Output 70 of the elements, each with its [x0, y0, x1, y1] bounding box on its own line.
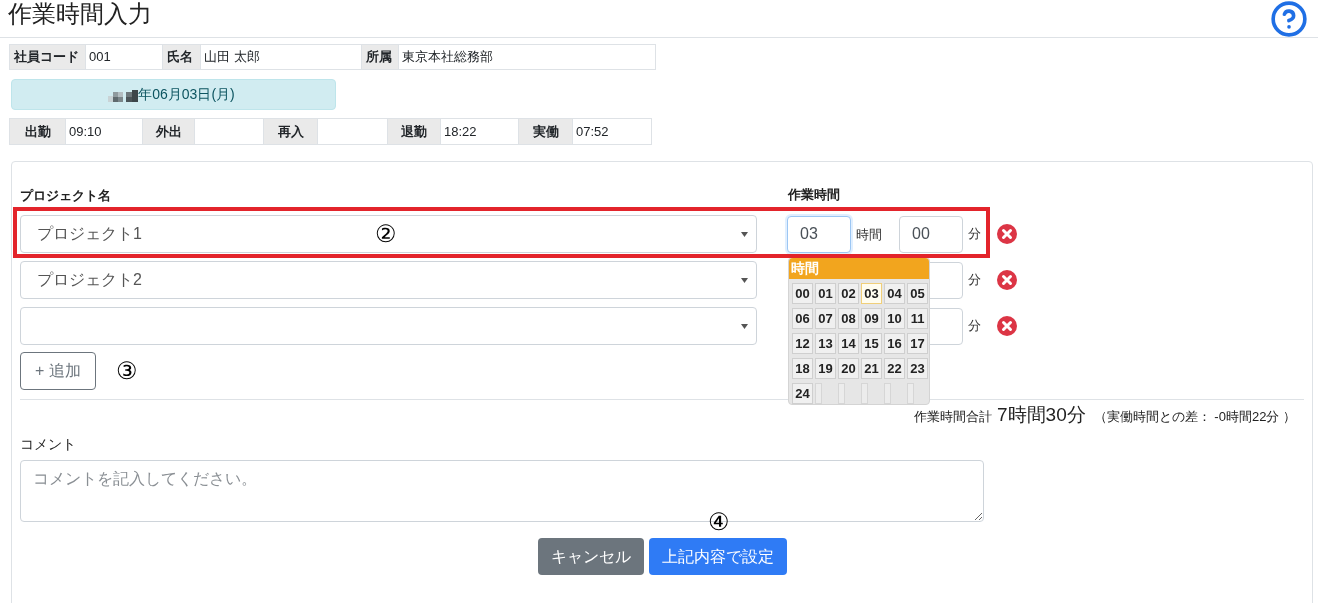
page-title: 作業時間入力 — [8, 0, 152, 28]
hour-option[interactable]: 07 — [815, 308, 836, 329]
submit-button[interactable]: 上記内容で設定 — [648, 538, 787, 575]
hour-option[interactable]: 00 — [792, 283, 813, 304]
caret-icon — [741, 231, 748, 237]
total-value: 7時間30分 — [997, 403, 1086, 427]
hour-option[interactable]: 04 — [884, 283, 905, 304]
value-cell — [194, 118, 264, 145]
value-cell: 07:52 — [572, 118, 652, 145]
minutes-unit-label: 分 — [968, 225, 981, 244]
hour-option[interactable]: 03 — [861, 283, 882, 304]
hour-option[interactable]: 10 — [884, 308, 905, 329]
delete-icon[interactable] — [997, 316, 1017, 336]
hour-option[interactable]: 11 — [907, 308, 928, 329]
hour-option[interactable]: 01 — [815, 283, 836, 304]
hour-option[interactable]: 23 — [907, 358, 928, 379]
value-cell: 山田 太郎 — [200, 44, 362, 70]
hour-option[interactable]: 12 — [792, 333, 813, 354]
hour-option[interactable]: 21 — [861, 358, 882, 379]
value-cell — [317, 118, 388, 145]
minutes-unit-label: 分 — [968, 317, 981, 336]
value-cell: 09:10 — [65, 118, 143, 145]
total-label: 作業時間合計 — [914, 408, 993, 426]
value-cell: 東京本社総務部 — [398, 44, 656, 70]
hour-option[interactable]: 16 — [884, 333, 905, 354]
hour-option[interactable]: 08 — [838, 308, 859, 329]
hour-option[interactable]: 13 — [815, 333, 836, 354]
hour-option[interactable]: 19 — [815, 358, 836, 379]
value-cell: 001 — [85, 44, 163, 70]
hours-field[interactable]: 03 — [787, 215, 851, 253]
minutes-field[interactable]: 00 — [899, 215, 963, 253]
delete-icon[interactable] — [997, 270, 1017, 290]
label-cell: 出勤 — [9, 118, 66, 145]
label-cell: 再入 — [263, 118, 318, 145]
hour-option[interactable]: 18 — [792, 358, 813, 379]
label-cell: 退勤 — [387, 118, 441, 145]
label-cell: 所属 — [361, 44, 399, 70]
help-icon[interactable] — [1270, 0, 1308, 38]
annotation-number: ② — [375, 220, 397, 248]
column-heading: プロジェクト名 — [20, 188, 111, 203]
mosaic-drawing — [108, 87, 139, 102]
hour-option[interactable]: 14 — [838, 333, 859, 354]
delete-icon[interactable] — [997, 224, 1017, 244]
value-cell: 18:22 — [440, 118, 519, 145]
project-select[interactable]: プロジェクト2 — [20, 261, 757, 299]
hour-option[interactable]: 17 — [907, 333, 928, 354]
cancel-button[interactable]: キャンセル — [537, 538, 644, 575]
hour-option[interactable]: 02 — [838, 283, 859, 304]
label-cell: 実働 — [518, 118, 573, 145]
hour-option[interactable]: 15 — [861, 333, 882, 354]
hour-option[interactable]: 22 — [884, 358, 905, 379]
hour-option[interactable]: 05 — [907, 283, 928, 304]
difference-text: （実働時間との差： -0時間22分 ） — [1093, 408, 1296, 426]
caret-icon — [741, 277, 748, 283]
hours-unit-label: 時間 — [856, 227, 882, 242]
hour-option[interactable]: 06 — [792, 308, 813, 329]
column-heading: 作業時間 — [788, 186, 840, 205]
comment-label: コメント — [20, 435, 76, 453]
label-cell: 氏名 — [162, 44, 201, 70]
hour-option[interactable]: 20 — [838, 358, 859, 379]
caret-icon — [741, 323, 748, 329]
annotation-number: ③ — [116, 357, 138, 385]
hour-option[interactable]: 09 — [861, 308, 882, 329]
picker-header: 時間 — [789, 258, 929, 279]
add-button[interactable]: + 追加 — [20, 352, 96, 390]
label-cell: 社員コード — [9, 44, 86, 70]
date-text: 年06月03日(月) — [138, 85, 235, 104]
label-cell: 外出 — [142, 118, 195, 145]
hour-option[interactable]: 24 — [792, 383, 813, 404]
minutes-unit-label: 分 — [968, 271, 981, 290]
